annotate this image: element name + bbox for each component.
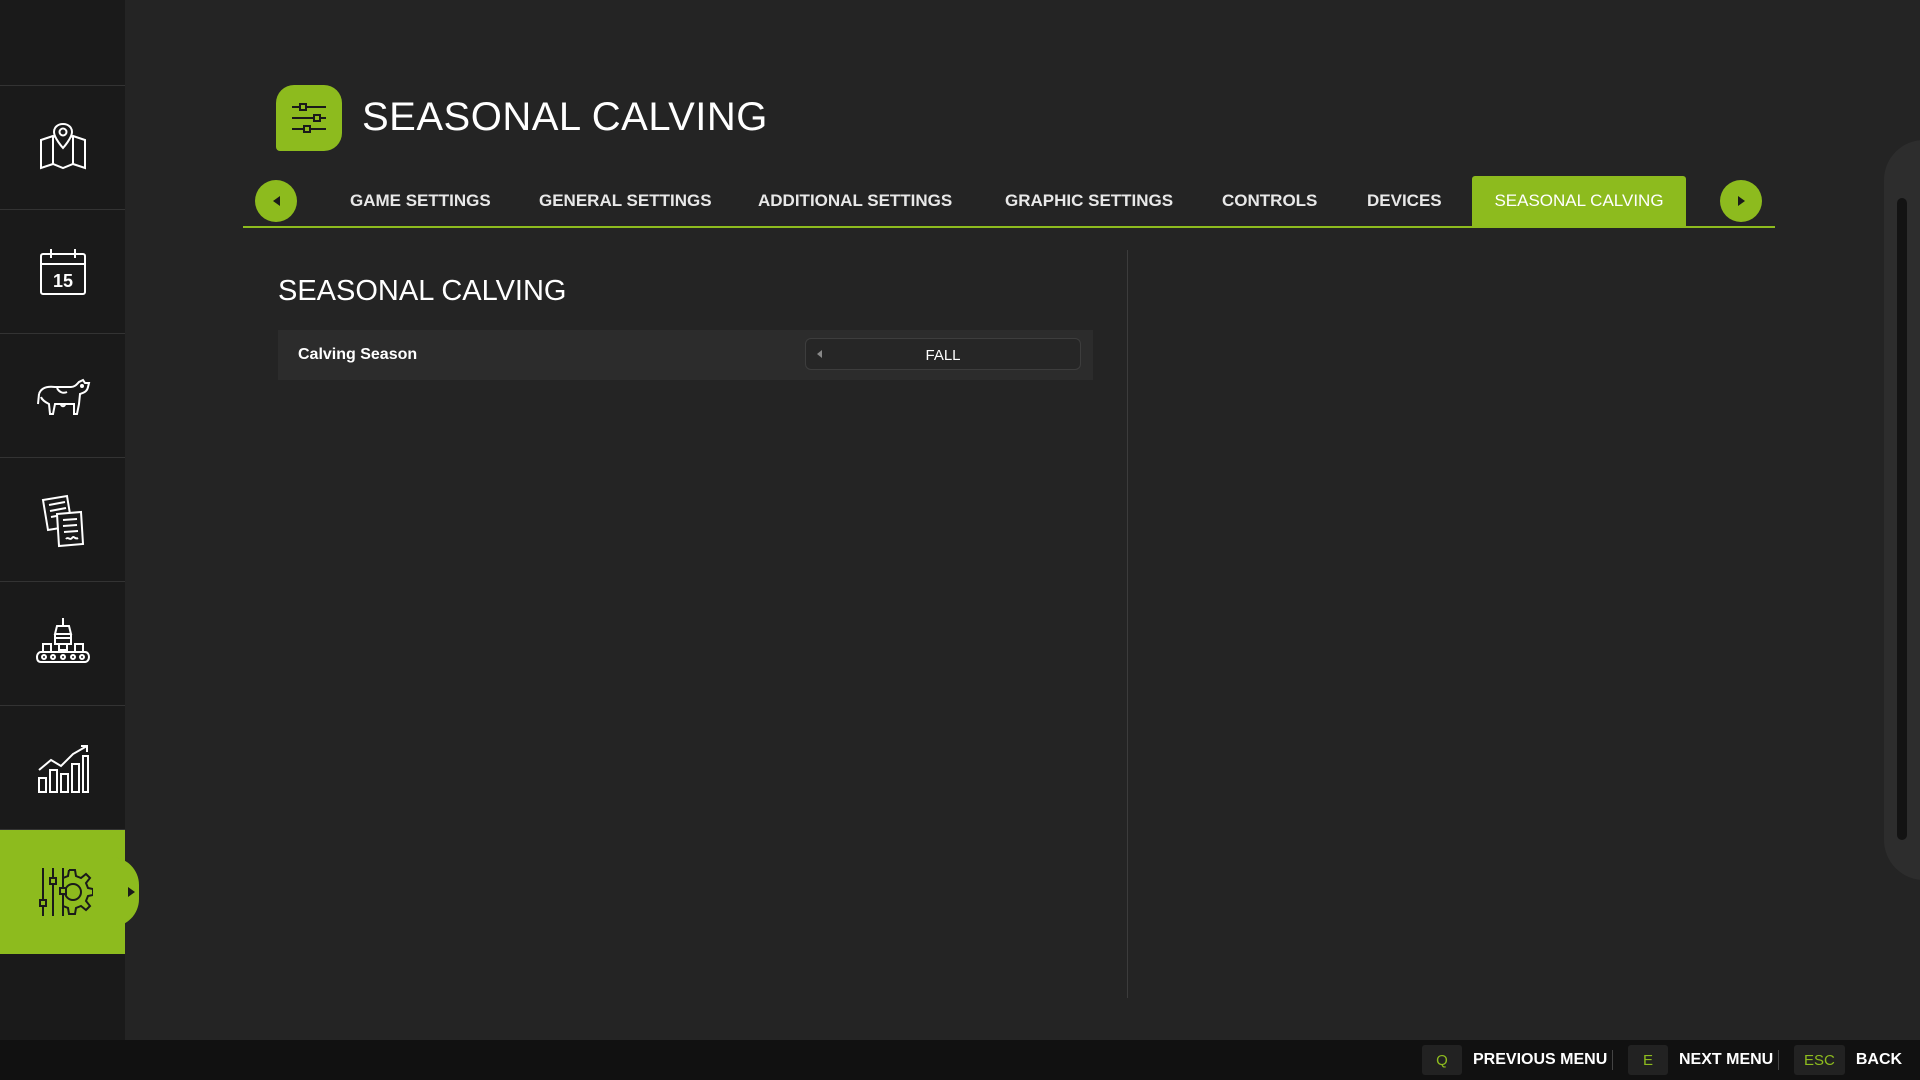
tab-controls[interactable]: CONTROLS <box>1222 176 1317 226</box>
selector-value: FALL <box>925 347 961 364</box>
calendar-icon: 15 <box>39 248 86 295</box>
footer-label: NEXT MENU <box>1679 1051 1774 1068</box>
footer-separator <box>1612 1050 1613 1070</box>
tab-general-settings[interactable]: GENERAL SETTINGS <box>539 176 712 226</box>
sidebar: 15 <box>0 0 135 1040</box>
header-settings-icon <box>276 85 342 151</box>
footer-separator <box>1778 1050 1779 1070</box>
statistics-icon <box>37 744 89 793</box>
map-pin-icon <box>39 122 86 169</box>
cow-icon <box>36 378 90 415</box>
settings-icon <box>38 868 93 916</box>
sidebar-item-settings[interactable] <box>0 830 135 954</box>
scrollbar-thumb[interactable] <box>1897 198 1907 840</box>
chevron-right-icon <box>1737 196 1745 206</box>
sidebar-item-calendar[interactable]: 15 <box>0 210 125 334</box>
footer-previous-menu[interactable]: Q PREVIOUS MENU <box>1422 1045 1607 1075</box>
setting-label: Calving Season <box>298 346 418 363</box>
footer-label: BACK <box>1855 1051 1903 1068</box>
production-icon <box>35 617 90 663</box>
key-hint-q: Q <box>1422 1045 1462 1075</box>
contracts-icon <box>41 494 84 547</box>
sidebar-item-map[interactable] <box>0 86 125 210</box>
sidebar-item-production[interactable] <box>0 582 125 706</box>
sidebar-item-animals[interactable] <box>0 334 125 458</box>
sidebar-item-contracts[interactable] <box>0 458 125 582</box>
sidebar-top-spacer <box>0 0 125 86</box>
tab-game-settings[interactable]: GAME SETTINGS <box>350 176 491 226</box>
tab-next-button[interactable] <box>1720 180 1762 222</box>
chevron-left-icon <box>272 196 280 206</box>
tab-seasonal-calving[interactable]: SEASONAL CALVING <box>1472 176 1686 226</box>
key-hint-e: E <box>1628 1045 1668 1075</box>
footer-next-menu[interactable]: E NEXT MENU <box>1628 1045 1773 1075</box>
calendar-date-number: 15 <box>52 271 72 291</box>
content-divider <box>1127 250 1128 998</box>
footer-bar: Q PREVIOUS MENU E NEXT MENU ESC BACK <box>0 1040 1920 1080</box>
key-hint-esc: ESC <box>1794 1045 1845 1075</box>
tab-prev-button[interactable] <box>255 180 297 222</box>
footer-back[interactable]: ESC BACK <box>1794 1045 1902 1075</box>
tab-additional-settings[interactable]: ADDITIONAL SETTINGS <box>758 176 952 226</box>
tab-graphic-settings[interactable]: GRAPHIC SETTINGS <box>1005 176 1173 226</box>
tab-devices[interactable]: DEVICES <box>1367 176 1442 226</box>
settings-tabs: GAME SETTINGS GENERAL SETTINGS ADDITIONA… <box>243 176 1775 228</box>
calving-season-selector[interactable]: FALL <box>805 338 1081 370</box>
setting-row-calving-season: Calving Season FALL <box>278 330 1093 380</box>
sliders-icon <box>292 103 326 133</box>
section-title: SEASONAL CALVING <box>278 275 567 307</box>
footer-label: PREVIOUS MENU <box>1473 1051 1608 1068</box>
active-indicator-arrow <box>128 887 135 897</box>
page-title: SEASONAL CALVING <box>362 95 768 139</box>
sidebar-item-statistics[interactable] <box>0 706 125 830</box>
